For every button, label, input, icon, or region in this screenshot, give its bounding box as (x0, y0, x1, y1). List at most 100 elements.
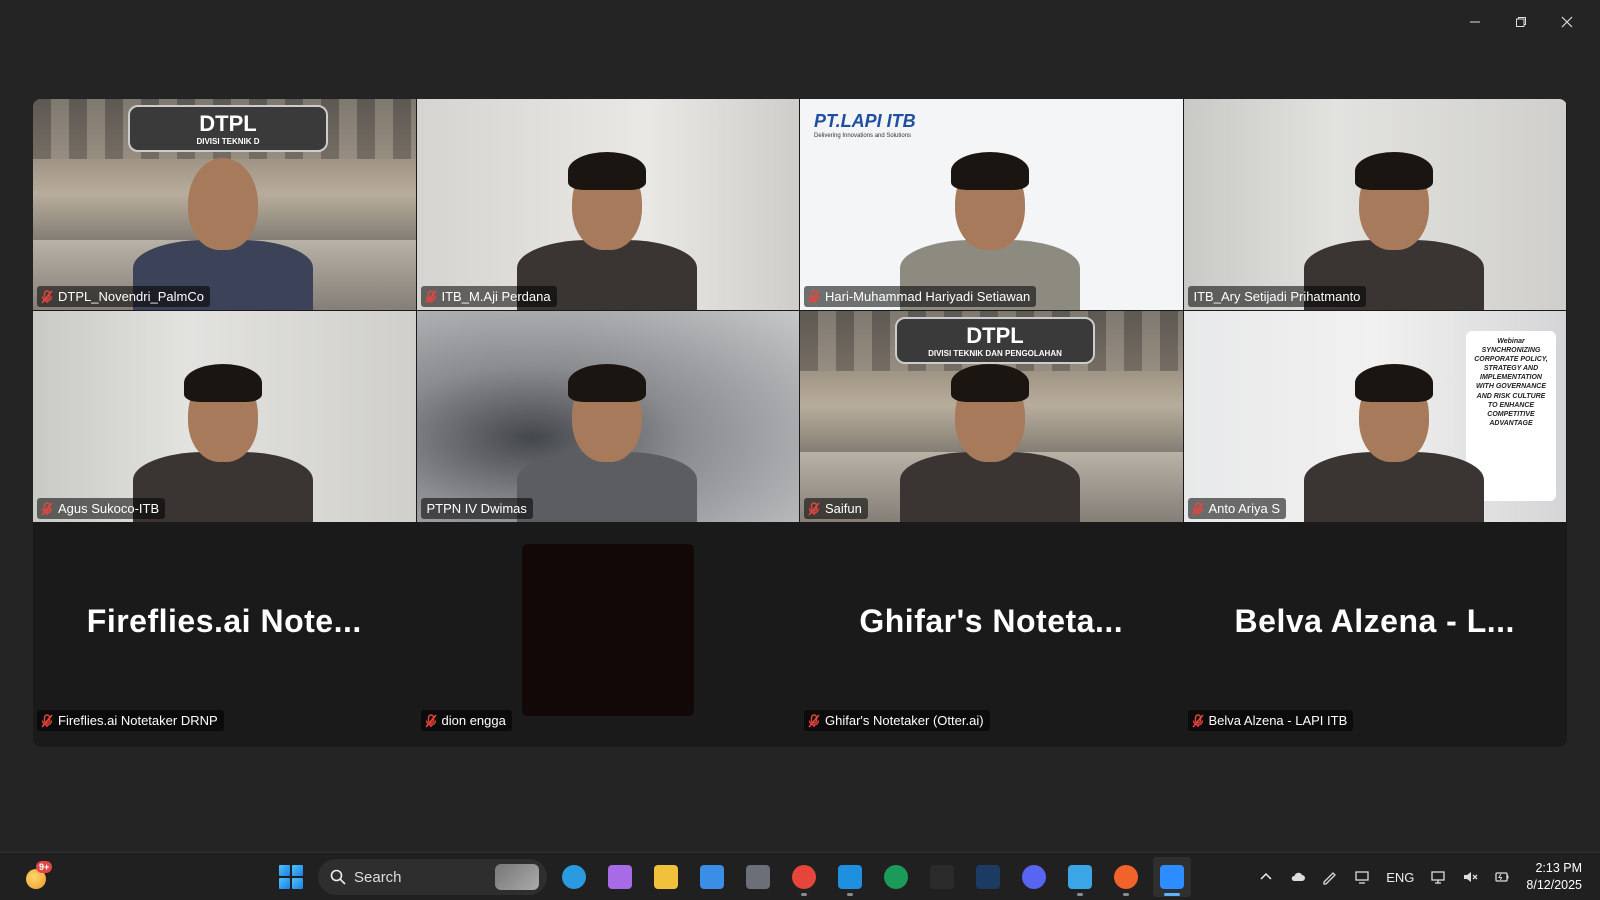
participant-name-tag: Hari-Muhammad Hariyadi Setiawan (804, 286, 1037, 307)
participant-tile[interactable]: ITB_Ary Setijadi Prihatmanto (1183, 99, 1566, 310)
participant-grid: DTPL DIVISI TEKNIK D DTPL_Novendri_PalmCo I… (33, 99, 1567, 747)
participant-name-tag: ITB_M.Aji Perdana (420, 286, 557, 307)
microsoft-store-icon (700, 865, 724, 889)
taskbar-app-notepad[interactable] (1061, 857, 1099, 897)
display-tray-icon[interactable] (1346, 853, 1378, 900)
participant-name: ITB_Ary Setijadi Prihatmanto (1193, 289, 1361, 304)
taskbar-app-edge[interactable] (555, 857, 593, 897)
system-tray: ENG 2:13 PM 8/12/2025 (1250, 853, 1600, 900)
pen-icon (1323, 872, 1337, 885)
app-leaf-icon (884, 865, 908, 889)
mic-muted-icon (808, 713, 820, 728)
steam-icon (976, 865, 1000, 889)
minimize-button[interactable] (1452, 8, 1498, 36)
participant-video-person (1303, 110, 1484, 310)
clock-time: 2:13 PM (1535, 861, 1582, 875)
window-controls (1452, 8, 1590, 36)
close-button[interactable] (1544, 8, 1590, 36)
participant-name: DTPL_Novendri_PalmCo (58, 289, 204, 304)
clock[interactable]: 2:13 PM 8/12/2025 (1518, 860, 1600, 894)
participant-name: Anto Ariya S (1208, 501, 1281, 516)
app-hexagon-icon (746, 865, 770, 889)
onedrive-tray-icon[interactable] (1282, 853, 1314, 900)
running-indicator (847, 893, 853, 896)
running-indicator (1164, 893, 1180, 896)
participant-video-person (133, 322, 313, 522)
mic-muted-icon (41, 289, 53, 304)
participant-name: dion engga (441, 713, 506, 728)
taskbar-search[interactable]: Search (318, 859, 547, 895)
running-indicator (1123, 893, 1129, 896)
volume-icon-button[interactable] (1454, 853, 1486, 900)
restore-icon (1516, 17, 1526, 27)
participant-name: Belva Alzena - LAPI ITB (1208, 713, 1348, 728)
mic-muted-icon (41, 713, 53, 728)
participant-tile[interactable]: DTPL DIVISI TEKNIK DAN PENGOLAHAN Saifun (800, 311, 1183, 522)
battery-icon (1495, 872, 1509, 882)
participant-name-tag: Belva Alzena - LAPI ITB (1187, 710, 1354, 731)
taskbar-app-zoom[interactable] (1153, 857, 1191, 897)
participant-tile[interactable]: DTPL DIVISI TEKNIK D DTPL_Novendri_PalmCo (33, 99, 416, 310)
taskbar-app-epic-games[interactable] (923, 857, 961, 897)
pen-tray-icon[interactable] (1314, 853, 1346, 900)
participant-tile[interactable]: Webinar SYNCHRONIZING CORPORATE POLICY, … (1183, 311, 1566, 522)
taskbar-app-file-explorer[interactable] (647, 857, 685, 897)
notepad-icon (1068, 865, 1092, 889)
weather-badge: 9+ (36, 861, 53, 873)
taskbar-app-app-hexagon[interactable] (739, 857, 777, 897)
participant-display-name: Ghifar's Noteta... (859, 603, 1124, 639)
restore-button[interactable] (1498, 8, 1544, 36)
epic-games-icon (930, 865, 954, 889)
participant-name: PTPN IV Dwimas (426, 501, 527, 516)
participant-tile[interactable]: dion engga (416, 523, 799, 734)
taskbar-app-steam[interactable] (969, 857, 1007, 897)
participant-name: Hari-Muhammad Hariyadi Setiawan (825, 289, 1031, 304)
taskbar-app-discord[interactable] (1015, 857, 1053, 897)
network-icon-button[interactable] (1422, 853, 1454, 900)
participant-video-person (516, 322, 697, 522)
video-off-placeholder (521, 544, 694, 716)
show-hidden-icons-button[interactable] (1250, 853, 1282, 900)
participant-name-tag: Agus Sukoco-ITB (37, 498, 166, 519)
close-icon (1561, 16, 1573, 28)
participant-display-name: Belva Alzena - L... (1234, 603, 1515, 639)
zoom-icon (1160, 865, 1184, 889)
taskbar-app-app-orange[interactable] (1107, 857, 1145, 897)
taskbar-app-app-leaf[interactable] (877, 857, 915, 897)
participant-tile[interactable]: Belva Alzena - L... Belva Alzena - LAPI I… (1183, 523, 1566, 734)
taskbar: 9+ Search ENG 2:13 PM 8/12/2025 (0, 852, 1600, 900)
participant-name: Saifun (825, 501, 862, 516)
volume-muted-icon (1464, 872, 1478, 882)
participant-name: ITB_M.Aji Perdana (441, 289, 551, 304)
participant-video-person (1303, 322, 1484, 522)
participant-tile[interactable]: PTPN IV Dwimas (416, 311, 799, 522)
participant-tile[interactable]: PT.LAPI ITB Delivering Innovations and So… (800, 99, 1183, 310)
participant-name-tag: ITB_Ary Setijadi Prihatmanto (1187, 286, 1367, 307)
running-indicator (801, 893, 807, 896)
app-orange-icon (1114, 865, 1138, 889)
clock-date: 8/12/2025 (1526, 878, 1582, 892)
mic-muted-icon (808, 289, 820, 304)
start-button[interactable] (279, 865, 303, 889)
mic-muted-icon (424, 289, 437, 304)
participant-name-tag: DTPL_Novendri_PalmCo (37, 286, 210, 307)
mic-muted-icon (1191, 501, 1204, 516)
participant-tile[interactable]: ITB_M.Aji Perdana (416, 99, 799, 310)
battery-icon-button[interactable] (1486, 853, 1518, 900)
search-label: Search (354, 868, 402, 886)
taskbar-app-chrome[interactable] (785, 857, 823, 897)
taskbar-app-vscode[interactable] (831, 857, 869, 897)
participant-tile[interactable]: Fireflies.ai Note... Fireflies.ai Notetak… (33, 523, 416, 734)
weather-widget[interactable]: 9+ (22, 861, 53, 891)
participant-name: Agus Sukoco-ITB (58, 501, 160, 516)
participant-name-tag: Fireflies.ai Notetaker DRNP (37, 710, 224, 731)
participant-tile[interactable]: Ghifar's Noteta... Ghifar's Notetaker (Ot… (800, 523, 1183, 734)
taskbar-app-copilot[interactable] (601, 857, 639, 897)
participant-name-tag: dion engga (420, 710, 512, 731)
minimize-icon (1470, 21, 1480, 23)
vscode-icon (838, 865, 862, 889)
participant-video-person (133, 110, 313, 310)
participant-tile[interactable]: Agus Sukoco-ITB (33, 311, 416, 522)
taskbar-app-microsoft-store[interactable] (693, 857, 731, 897)
language-indicator[interactable]: ENG (1378, 853, 1422, 900)
